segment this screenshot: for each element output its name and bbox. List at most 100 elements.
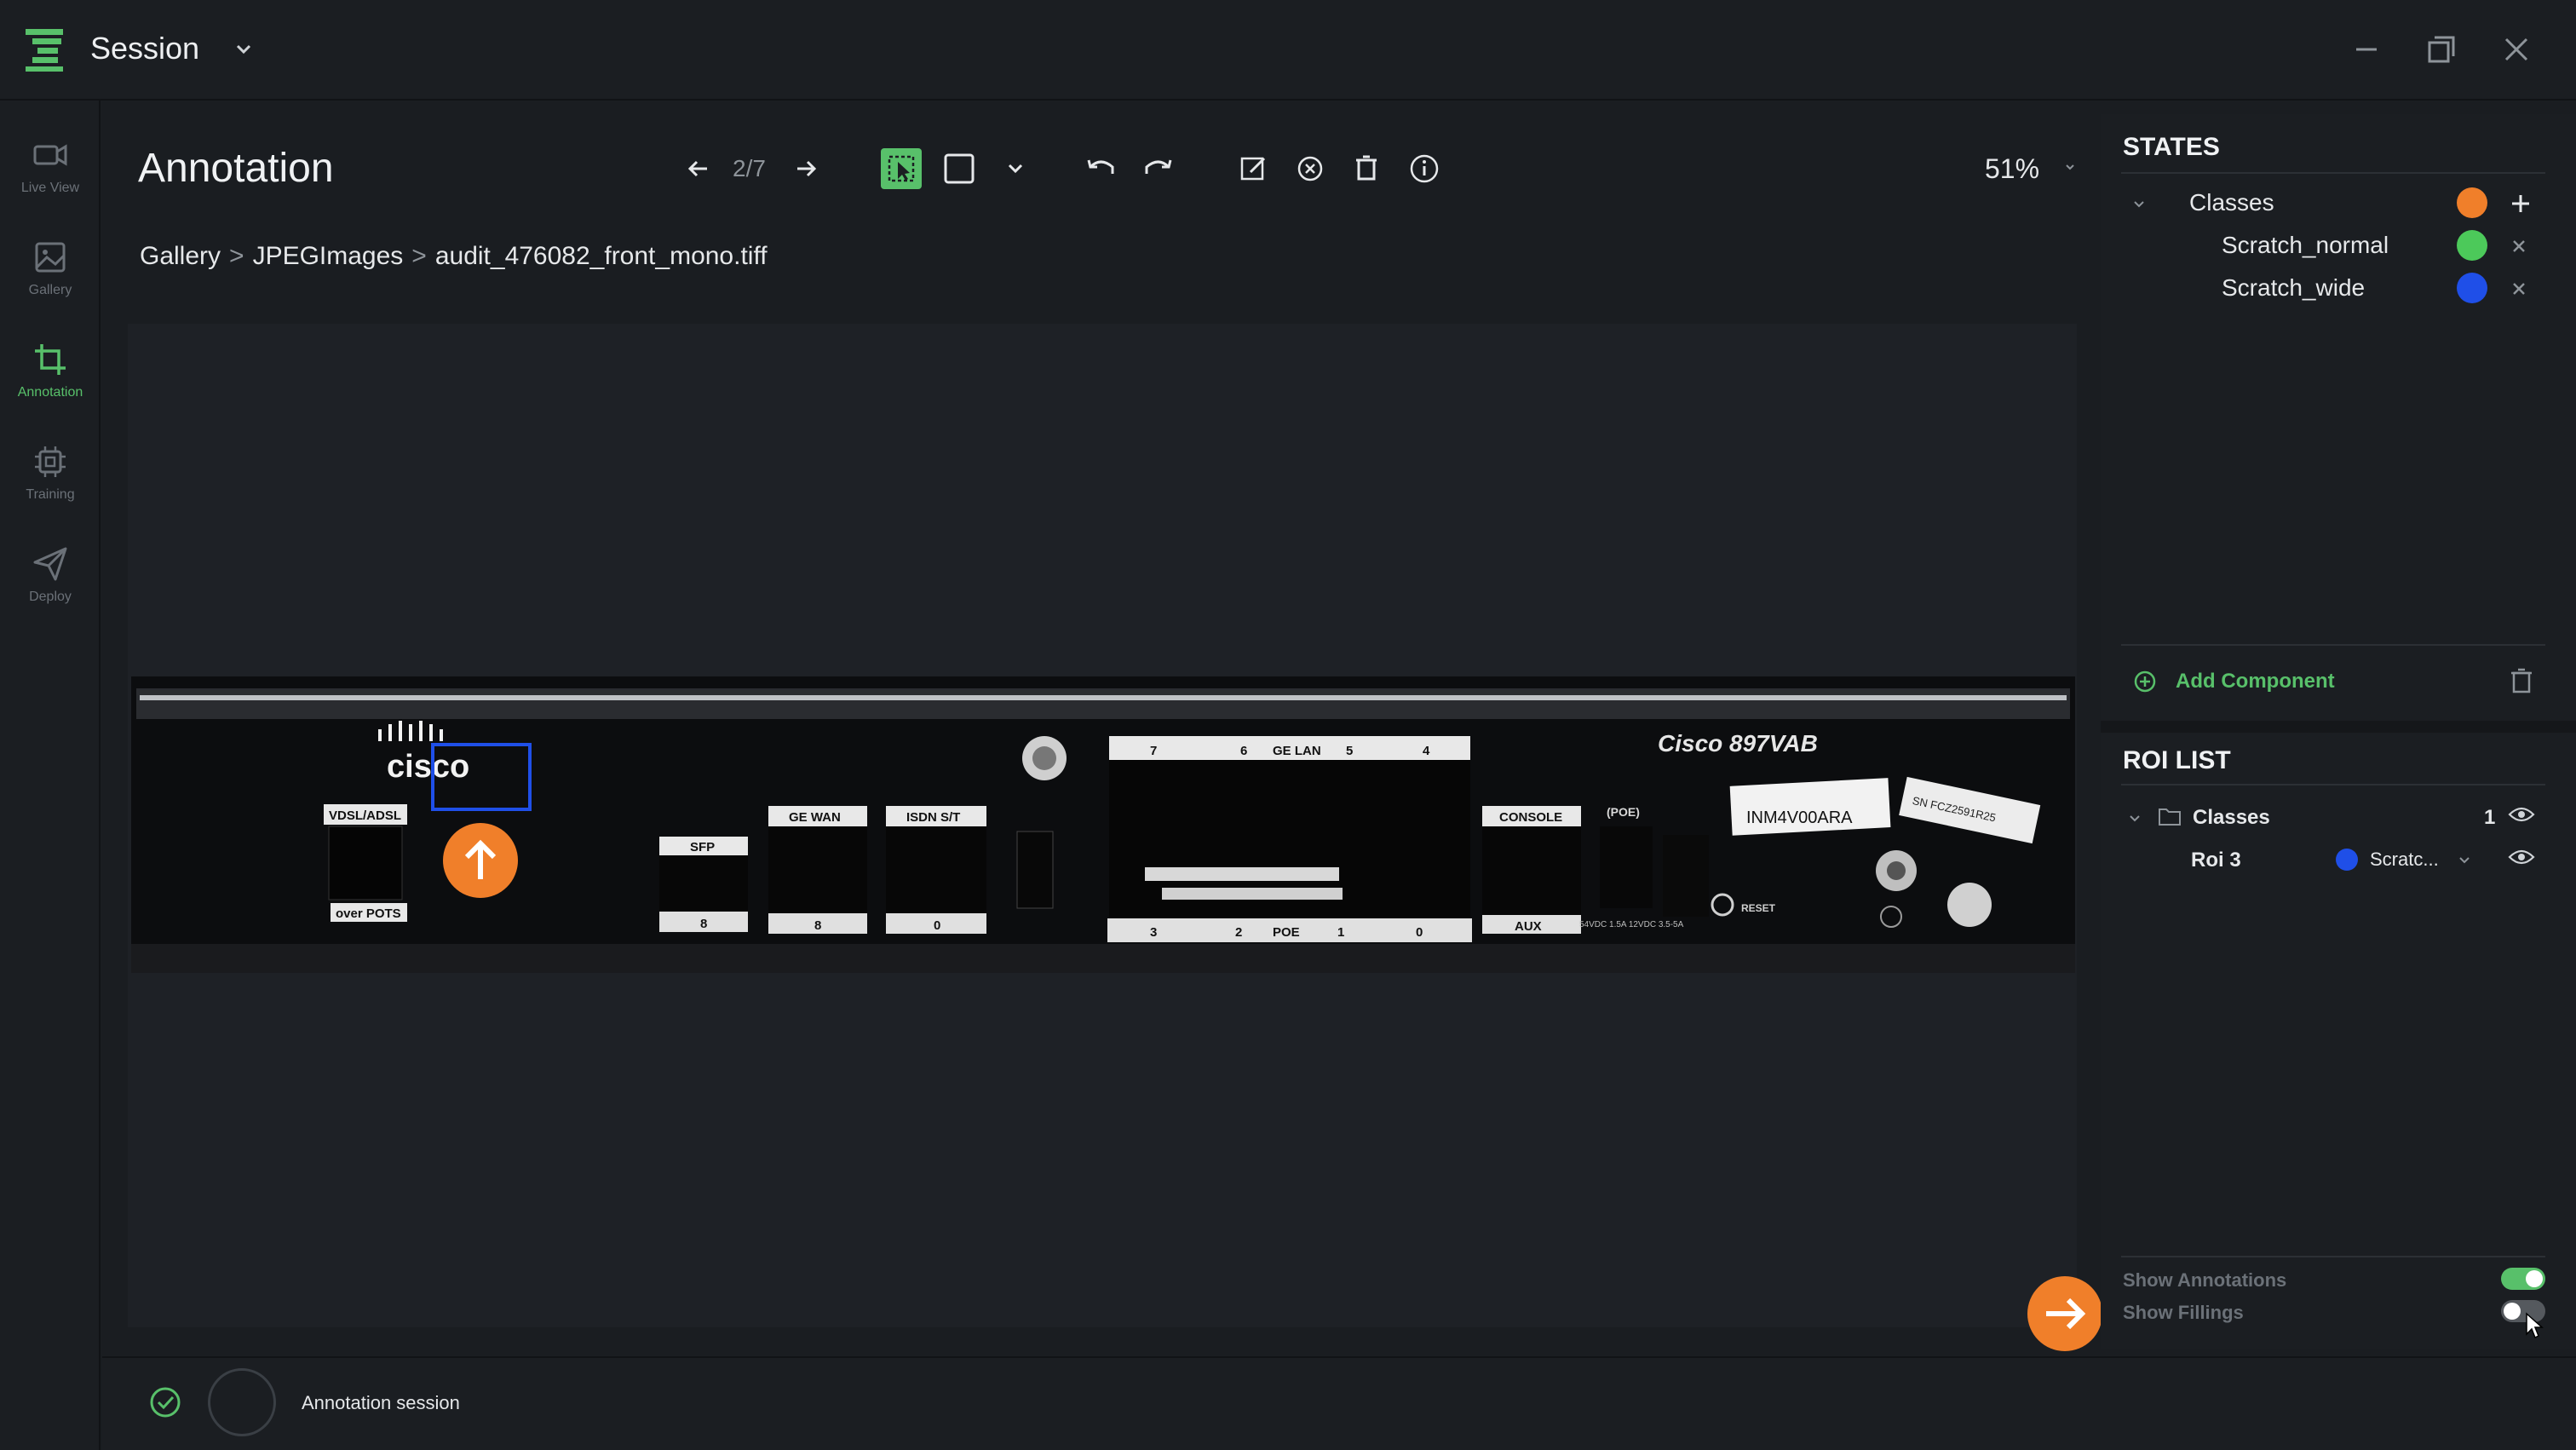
port-number: 0 (934, 918, 940, 933)
close-icon[interactable] (2498, 31, 2535, 68)
next-image-icon[interactable] (792, 155, 819, 182)
rectangle-icon (944, 153, 975, 184)
barcode-text: INM4V00ARA (1746, 808, 1853, 827)
class-color-dot[interactable] (2457, 273, 2487, 303)
port-label-poe: POE (1273, 925, 1300, 940)
chevron-down-icon[interactable] (2126, 809, 2143, 826)
class-color-dot[interactable] (2457, 230, 2487, 261)
class-item-scratch-wide[interactable]: Scratch_wide (2222, 274, 2365, 302)
select-tool-button[interactable] (881, 148, 922, 189)
nav-item-live-view[interactable]: Live View (0, 118, 101, 211)
rectangle-tool-button[interactable] (939, 148, 980, 189)
nav-label: Gallery (28, 283, 72, 297)
undo-icon[interactable] (1080, 148, 1121, 189)
port-number: 5 (1346, 744, 1353, 758)
scroll-up-button[interactable] (443, 823, 518, 898)
status-bar (102, 1356, 2576, 1450)
app-logo-icon (26, 29, 63, 72)
port-number: 6 (1240, 744, 1247, 758)
nav-label: Deploy (29, 590, 72, 604)
reset-label: RESET (1741, 902, 1776, 914)
eye-icon[interactable] (2508, 847, 2535, 867)
show-fillings-label: Show Fillings (2123, 1302, 2244, 1323)
nav-item-training[interactable]: Training (0, 424, 101, 518)
arrow-right-icon (2046, 1298, 2086, 1330)
states-root-classes[interactable]: Classes (2189, 189, 2274, 216)
breadcrumb-separator: > (229, 242, 244, 270)
divider (2121, 1256, 2545, 1257)
port-label-isdn: ISDN S/T (906, 810, 960, 825)
power-rating-text: 54VDC 1.5A 12VDC 3.5-5A (1579, 920, 1684, 929)
eye-icon[interactable] (2508, 804, 2535, 825)
nav-label: Annotation (17, 385, 83, 400)
show-annotations-label: Show Annotations (2123, 1269, 2287, 1291)
port-label-sfp: SFP (690, 840, 715, 854)
trash-icon[interactable] (2508, 666, 2535, 695)
port-number: 0 (1416, 925, 1423, 940)
nav-item-gallery[interactable]: Gallery (0, 220, 101, 314)
progress-spinner (208, 1368, 276, 1436)
panel-gap (2101, 721, 2576, 733)
video-camera-icon (33, 144, 67, 166)
breadcrumb-gallery[interactable]: Gallery (140, 242, 221, 270)
nav-label: Live View (20, 181, 80, 195)
port-number: 8 (814, 918, 821, 933)
class-item-scratch-normal[interactable]: Scratch_normal (2222, 232, 2389, 259)
restore-window-icon[interactable] (2423, 31, 2460, 68)
port-label-console: CONSOLE (1499, 810, 1562, 825)
breadcrumb-jpegimages[interactable]: JPEGImages (253, 242, 404, 270)
port-label-ge-lan: GE LAN (1273, 744, 1321, 758)
chevron-down-icon[interactable] (232, 37, 256, 61)
port-number: 2 (1235, 925, 1242, 940)
remove-class-icon[interactable] (2510, 237, 2528, 256)
nav-item-deploy[interactable]: Deploy (0, 526, 101, 620)
roi-group-classes[interactable]: Classes (2193, 806, 2270, 830)
folder-icon (2159, 808, 2181, 826)
chevron-down-icon[interactable] (2130, 194, 2148, 213)
chevron-down-icon[interactable] (995, 148, 1036, 189)
title-bar: Session (0, 0, 2576, 101)
nav-item-annotation[interactable]: Annotation (0, 322, 101, 416)
chevron-down-icon[interactable] (2457, 852, 2472, 867)
roi-class-color-dot (2336, 849, 2358, 871)
remove-class-icon[interactable] (2510, 279, 2528, 298)
model-label: Cisco 897VAB (1658, 730, 1818, 757)
minimize-icon[interactable] (2348, 31, 2385, 68)
port-number: 1 (1337, 925, 1344, 940)
crop-icon (35, 344, 66, 375)
add-icon[interactable] (2508, 191, 2533, 216)
status-text: Annotation session (302, 1392, 460, 1413)
cisco-brand-text: cisco (387, 749, 469, 785)
port-number: 8 (700, 917, 707, 931)
previous-image-icon[interactable] (685, 155, 712, 182)
port-number: 7 (1150, 744, 1157, 758)
mouse-cursor-icon (2526, 1312, 2544, 1339)
clear-circle-icon[interactable] (1290, 148, 1331, 189)
classes-color-dot[interactable] (2457, 187, 2487, 218)
page-indicator: 2/7 (733, 155, 766, 181)
nav-label: Training (26, 487, 75, 502)
info-icon[interactable] (1404, 148, 1445, 189)
add-component-button[interactable]: Add Component (2176, 670, 2335, 693)
redo-icon[interactable] (1138, 148, 1179, 189)
port-label-over-pots: over POTS (336, 906, 401, 921)
port-number: 3 (1150, 925, 1157, 940)
port-label-ge-wan: GE WAN (789, 810, 841, 825)
port-number: 4 (1423, 744, 1430, 758)
session-title[interactable]: Session (90, 31, 199, 66)
router-image[interactable]: cisco VDSL/ADSL over POTS SFP 8 GE WAN 8… (131, 676, 2075, 973)
show-annotations-toggle[interactable] (2501, 1268, 2545, 1290)
add-circle-icon[interactable] (2133, 670, 2157, 693)
port-label-vdsl: VDSL/ADSL (329, 808, 401, 823)
zoom-level[interactable]: 51% (1985, 153, 2039, 185)
page-title: Annotation (138, 146, 334, 191)
arrow-up-icon (464, 839, 497, 879)
trash-icon[interactable] (1346, 148, 1387, 189)
roi-class-select[interactable]: Scratc... (2370, 849, 2439, 871)
scroll-right-button[interactable] (2027, 1276, 2102, 1351)
divider (2121, 644, 2545, 646)
edit-icon[interactable] (1233, 148, 1274, 189)
roi-item-roi-3[interactable]: Roi 3 (2191, 849, 2241, 872)
cpu-chip-icon (35, 446, 66, 477)
zoom-chevron-down-icon[interactable] (2050, 147, 2090, 187)
